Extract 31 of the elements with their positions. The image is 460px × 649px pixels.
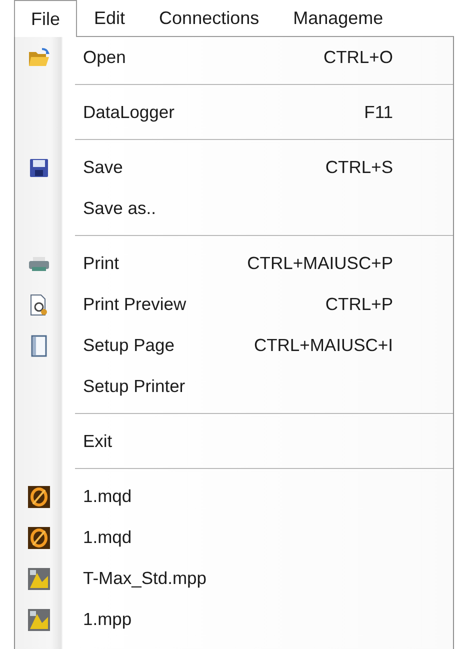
menu-item[interactable]: DataLogger [83,102,174,123]
menu-item[interactable]: Setup Page [83,335,174,356]
shortcut-label: CTRL+S [325,157,393,178]
image-file-icon [28,608,50,630]
folder-icon [28,48,50,68]
menu-tab[interactable]: Connections [142,0,276,37]
menu-item[interactable]: T-Max_Std.mpp [83,568,207,589]
menu-item[interactable]: Exit [83,431,112,452]
printer-icon [28,256,50,272]
menu-item[interactable]: Open [83,47,126,68]
page-magnifier-icon [29,294,49,316]
shortcut-label: CTRL+P [325,294,393,315]
menu-item[interactable]: Save as.. [83,198,156,219]
menu-item[interactable]: Save [83,157,123,178]
menu-item[interactable]: Print [83,253,119,274]
menu-item[interactable]: 1.mpp [83,609,132,630]
page-icon [30,334,48,356]
ring-icon [28,526,50,548]
menu-item[interactable]: Setup Printer [83,376,186,397]
shortcut-label: CTRL+MAIUSC+P [247,253,393,274]
ring-icon [28,486,50,508]
menu-tab[interactable]: Manageme [276,0,400,37]
menu-tab[interactable]: File [14,0,78,37]
menu-item[interactable]: Print Preview [83,294,186,315]
shortcut-label: F11 [364,102,393,123]
image-file-icon [28,568,50,590]
menu-item[interactable]: 1.mqd [83,527,132,548]
menu-tab[interactable]: Edit [77,0,142,37]
shortcut-label: CTRL+O [323,47,393,68]
menu-item[interactable]: 1.mqd [83,486,132,507]
shortcut-label: CTRL+MAIUSC+I [254,335,393,356]
